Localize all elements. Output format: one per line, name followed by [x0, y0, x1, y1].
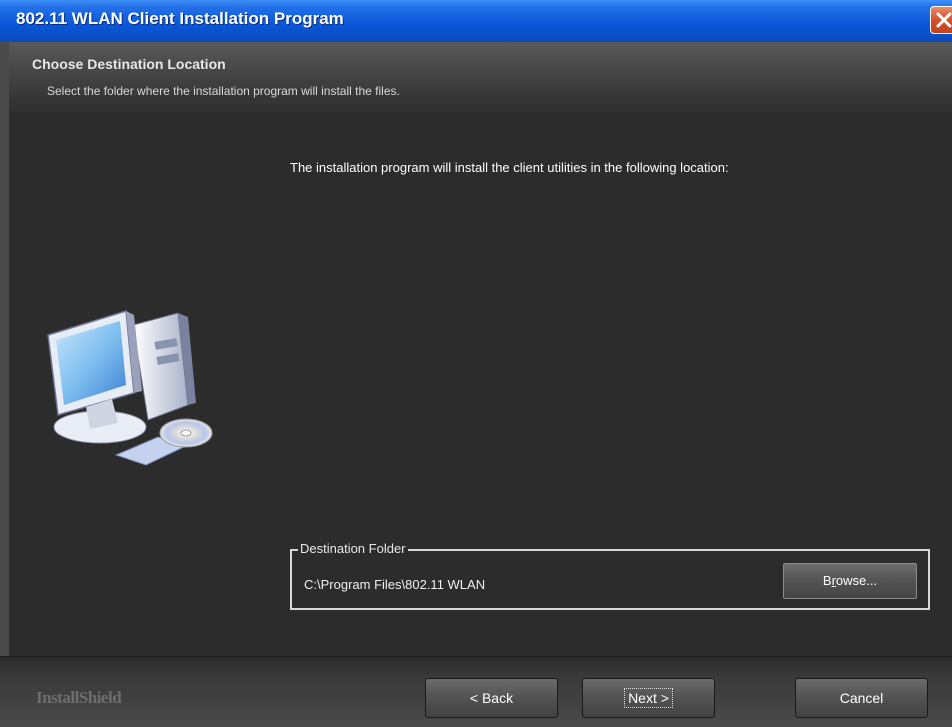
cancel-button[interactable]: Cancel — [795, 678, 928, 718]
wizard-header: Choose Destination Location Select the f… — [0, 42, 952, 112]
next-button-label: Next > — [624, 688, 673, 708]
browse-button[interactable]: Browse... — [783, 563, 917, 599]
destination-folder-label: Destination Folder — [298, 541, 408, 556]
left-edge-strip — [0, 42, 9, 727]
install-location-message: The installation program will install th… — [290, 160, 729, 175]
cd-disc-graphic — [159, 418, 213, 448]
footer-divider — [0, 656, 952, 657]
computer-graphic — [47, 310, 213, 466]
window-title: 802.11 WLAN Client Installation Program — [16, 9, 344, 28]
close-icon — [936, 12, 952, 28]
destination-path: C:\Program Files\802.11 WLAN — [304, 577, 486, 592]
title-bar[interactable]: 802.11 WLAN Client Installation Program — [0, 0, 952, 42]
installshield-brand: InstallShield — [36, 688, 122, 707]
back-button[interactable]: < Back — [425, 678, 558, 718]
next-button[interactable]: Next > — [582, 678, 715, 718]
page-title: Choose Destination Location — [32, 56, 226, 72]
close-button[interactable] — [930, 6, 952, 34]
page-subtitle: Select the folder where the installation… — [47, 84, 400, 98]
destination-folder-group: Destination Folder C:\Program Files\802.… — [290, 541, 930, 610]
installer-window: 802.11 WLAN Client Installation Program … — [0, 0, 952, 727]
